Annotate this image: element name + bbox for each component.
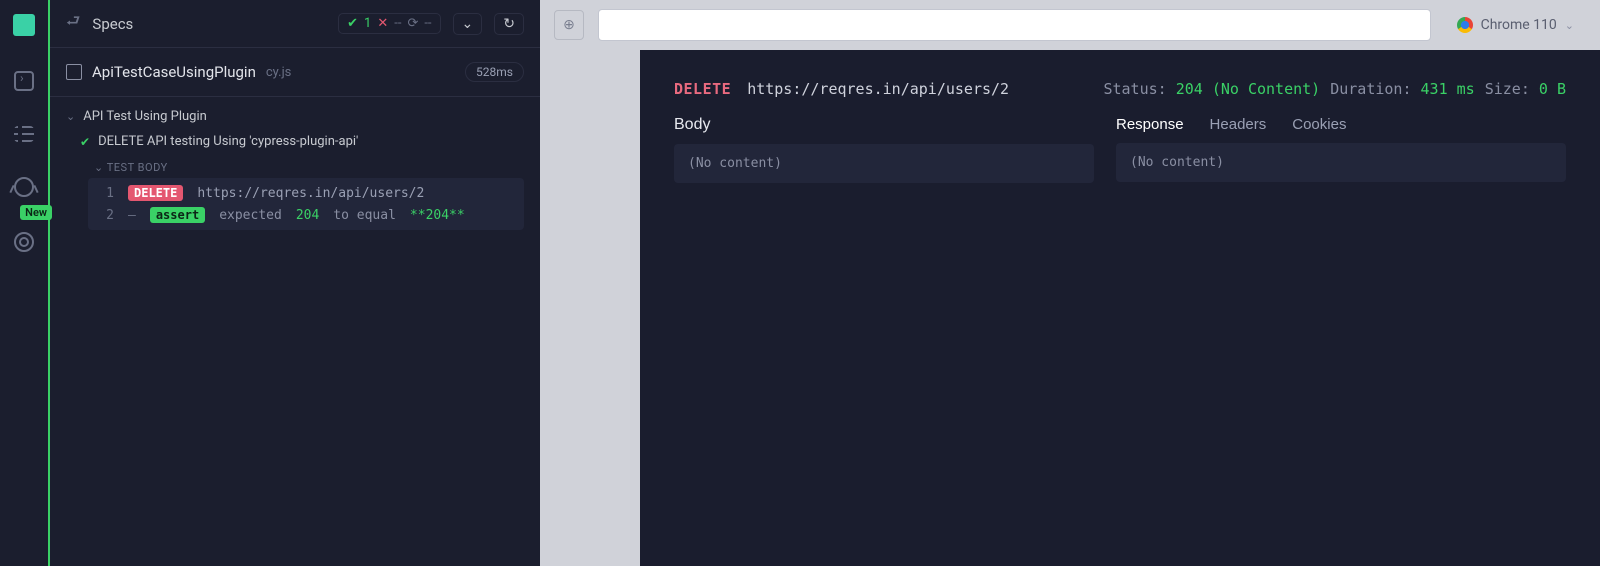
assert-kw-expected: expected bbox=[219, 208, 282, 223]
cypress-logo bbox=[13, 14, 35, 36]
fail-x-icon: ✕ bbox=[377, 16, 388, 31]
preview-gutter bbox=[540, 50, 640, 566]
check-icon: ✔ bbox=[80, 135, 90, 149]
request-url: https://reqres.in/api/users/2 bbox=[747, 80, 1009, 98]
selector-playground-button[interactable]: ⊕ bbox=[554, 10, 584, 40]
response-box: (No content) bbox=[1116, 143, 1566, 182]
runs-icon[interactable] bbox=[14, 71, 34, 91]
browser-selector[interactable]: Chrome 110 ⌄ bbox=[1445, 9, 1586, 41]
request-meta: Status: 204 (No Content) Duration: 431 m… bbox=[1103, 80, 1566, 98]
dash: – bbox=[128, 208, 136, 223]
url-input[interactable] bbox=[598, 9, 1431, 41]
api-preview: DELETE https://reqres.in/api/users/2 Sta… bbox=[640, 50, 1600, 566]
log-lines: 1 DELETE https://reqres.in/api/users/2 2… bbox=[88, 178, 524, 230]
browser-label: Chrome 110 bbox=[1481, 17, 1557, 33]
fail-count: -- bbox=[394, 16, 401, 31]
body-title: Body bbox=[674, 116, 1094, 134]
assert-actual-val: **204** bbox=[410, 208, 465, 223]
chevron-down-icon: ⌄ bbox=[1565, 19, 1574, 32]
status-value: 204 (No Content) bbox=[1176, 80, 1321, 98]
status-label: Status: bbox=[1103, 80, 1166, 98]
crosshair-icon: ⊕ bbox=[563, 17, 575, 33]
file-icon bbox=[66, 64, 82, 80]
log-line-2[interactable]: 2 – assert expected 204 to equal **204** bbox=[88, 204, 524, 226]
request-summary: DELETE https://reqres.in/api/users/2 Sta… bbox=[674, 80, 1566, 98]
suite-row[interactable]: ⌄ API Test Using Plugin bbox=[66, 105, 524, 128]
duration-value: 431 ms bbox=[1421, 80, 1475, 98]
pass-count: 1 bbox=[364, 16, 371, 31]
spec-panel: ⮐ Specs ✔ 1 ✕ -- ⟳ -- ⌄ ↻ ApiTestCaseUsi… bbox=[48, 0, 540, 566]
response-column: Response Headers Cookies (No content) bbox=[1116, 116, 1566, 183]
test-title: DELETE API testing Using 'cypress-plugin… bbox=[98, 134, 358, 149]
spec-file-row[interactable]: ApiTestCaseUsingPlugin cy.js 528ms bbox=[50, 48, 540, 97]
response-tabs: Response Headers Cookies bbox=[1116, 116, 1566, 133]
assert-expected-val: 204 bbox=[296, 208, 319, 223]
assert-kw-toequal: to equal bbox=[333, 208, 396, 223]
test-row[interactable]: ✔ DELETE API testing Using 'cypress-plug… bbox=[66, 128, 524, 155]
section-label: ⌄ TEST BODY bbox=[66, 155, 524, 178]
method: DELETE bbox=[674, 80, 731, 98]
tab-cookies[interactable]: Cookies bbox=[1292, 116, 1346, 133]
tab-response[interactable]: Response bbox=[1116, 116, 1184, 133]
body-box: (No content) bbox=[674, 144, 1094, 183]
settings-icon[interactable] bbox=[14, 232, 34, 252]
debug-icon[interactable] bbox=[14, 177, 34, 197]
assert-badge: assert bbox=[150, 207, 205, 223]
specs-title: Specs bbox=[92, 15, 326, 33]
file-ext: cy.js bbox=[266, 65, 292, 80]
new-badge: New bbox=[20, 205, 52, 220]
pending-icon: ⟳ bbox=[407, 16, 418, 31]
duration-label: Duration: bbox=[1330, 80, 1411, 98]
caret-down-icon: ⌄ bbox=[66, 110, 75, 123]
test-tree: ⌄ API Test Using Plugin ✔ DELETE API tes… bbox=[50, 97, 540, 242]
file-duration: 528ms bbox=[465, 62, 524, 82]
tab-headers[interactable]: Headers bbox=[1210, 116, 1267, 133]
chrome-icon bbox=[1457, 17, 1473, 33]
pass-check-icon: ✔ bbox=[347, 16, 358, 31]
preview-topbar: ⊕ Chrome 110 ⌄ bbox=[540, 0, 1600, 50]
run-stats: ✔ 1 ✕ -- ⟳ -- bbox=[338, 13, 440, 34]
specs-icon[interactable] bbox=[14, 126, 34, 142]
size-label: Size: bbox=[1485, 80, 1530, 98]
line-number: 2 bbox=[100, 208, 114, 223]
caret-down-icon: ⌄ bbox=[94, 161, 104, 174]
section-name: TEST BODY bbox=[107, 161, 168, 174]
pending-count: -- bbox=[424, 16, 431, 31]
expand-toggle[interactable]: ⌄ bbox=[453, 13, 483, 35]
request-url: https://reqres.in/api/users/2 bbox=[197, 186, 424, 201]
back-icon[interactable]: ⮐ bbox=[66, 10, 80, 37]
preview-area: ⊕ Chrome 110 ⌄ DELETE https://reqres.in/… bbox=[540, 0, 1600, 566]
body-column: Body (No content) bbox=[674, 116, 1094, 183]
log-line-1[interactable]: 1 DELETE https://reqres.in/api/users/2 bbox=[88, 182, 524, 204]
spec-header: ⮐ Specs ✔ 1 ✕ -- ⟳ -- ⌄ ↻ bbox=[50, 0, 540, 48]
suite-title: API Test Using Plugin bbox=[83, 109, 207, 124]
nav-rail: New bbox=[0, 0, 48, 566]
method-badge: DELETE bbox=[128, 185, 183, 201]
line-number: 1 bbox=[100, 186, 114, 201]
size-value: 0 B bbox=[1539, 80, 1566, 98]
reload-button[interactable]: ↻ bbox=[494, 13, 524, 35]
file-name: ApiTestCaseUsingPlugin bbox=[92, 63, 256, 81]
